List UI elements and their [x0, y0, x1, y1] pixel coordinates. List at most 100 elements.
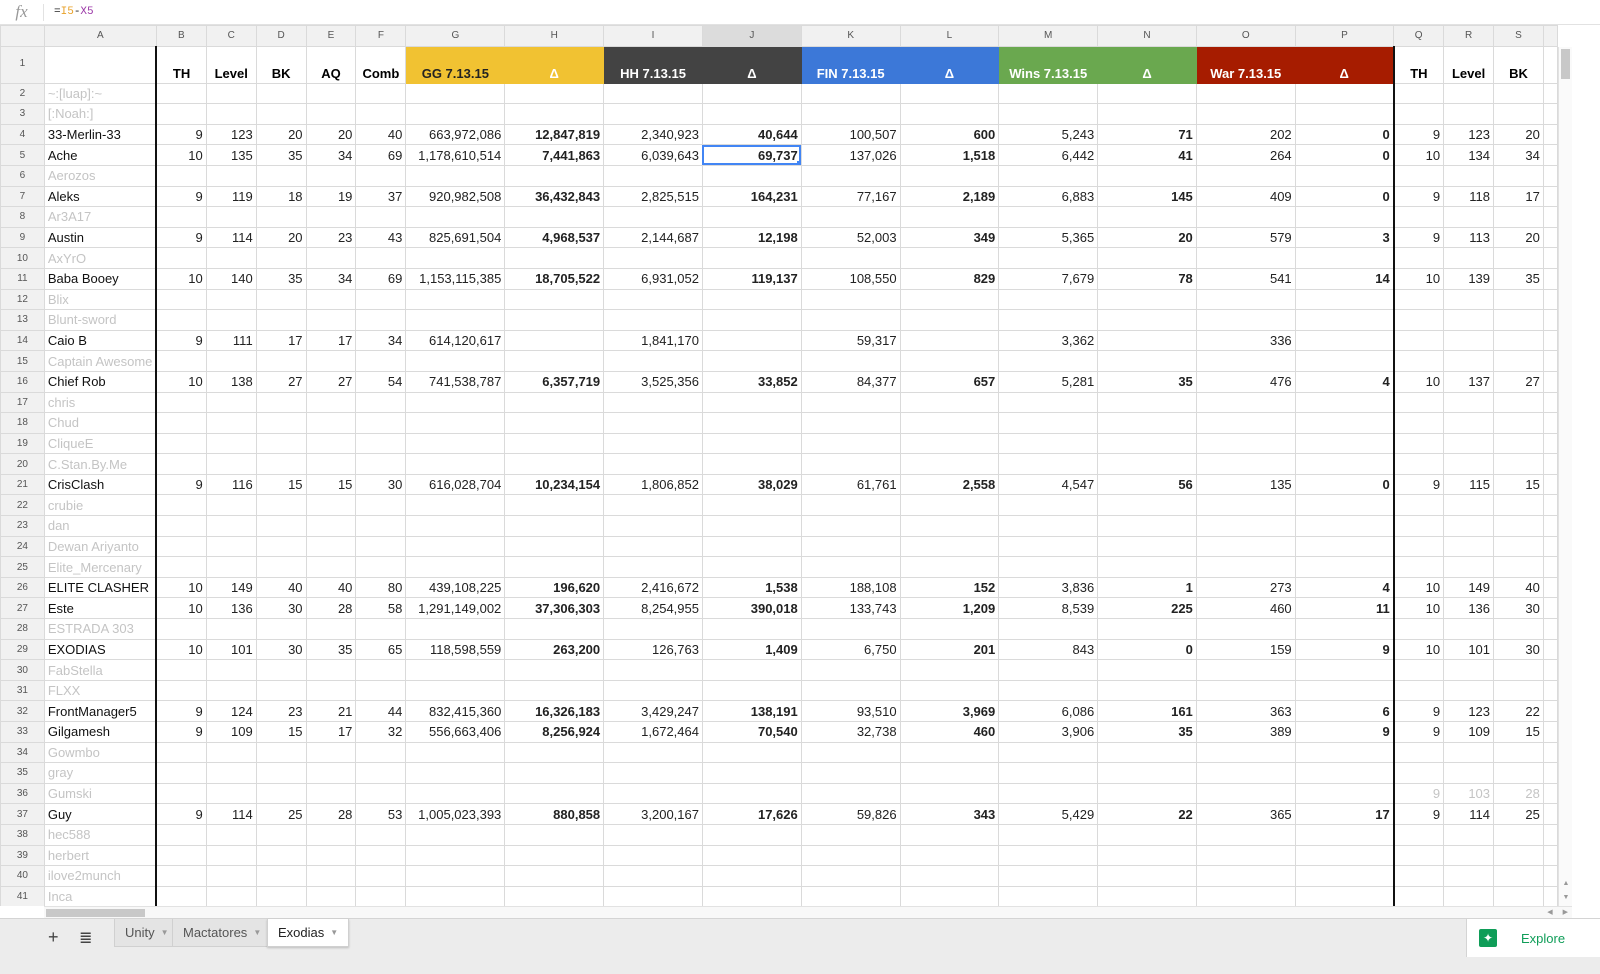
cell-q[interactable] [1393, 164, 1445, 187]
cell-p[interactable] [1294, 515, 1395, 537]
cell-i[interactable] [603, 865, 703, 887]
cell-d[interactable] [255, 556, 307, 578]
cell-r[interactable]: 113 [1443, 226, 1495, 249]
cell-b[interactable] [155, 350, 207, 372]
cell-p[interactable]: 3 [1294, 226, 1395, 249]
cell-h[interactable]: 37,306,303 [504, 597, 605, 620]
scroll-down-icon[interactable]: ▼ [1559, 891, 1573, 905]
cell-l[interactable] [899, 782, 1000, 805]
cell-n[interactable] [1097, 82, 1197, 105]
cell-p[interactable]: 17 [1294, 803, 1395, 825]
scroll-up-icon[interactable]: ▲ [1559, 877, 1573, 891]
player-name-cell[interactable]: Aerozos [43, 164, 158, 187]
cell-r[interactable] [1443, 82, 1495, 105]
cell-d[interactable] [255, 309, 307, 331]
cell-d[interactable]: 27 [255, 370, 307, 393]
cell-n[interactable] [1097, 350, 1197, 372]
cell-r[interactable] [1443, 329, 1495, 352]
cell-c[interactable] [205, 432, 257, 455]
header-cell-h[interactable]: Δ [504, 45, 605, 84]
cell-k[interactable]: 93,510 [800, 700, 901, 722]
sheet-tab-mactatores[interactable]: Mactatores ▼ [172, 919, 273, 947]
cell-l[interactable] [899, 741, 1000, 764]
cell-q[interactable]: 10 [1393, 144, 1445, 166]
cell-h[interactable] [504, 679, 605, 702]
cell-r[interactable] [1443, 391, 1495, 414]
cell-f[interactable]: 80 [355, 576, 407, 599]
header-cell-s[interactable]: BK [1493, 45, 1544, 84]
cell-m[interactable] [998, 782, 1099, 805]
cell-h[interactable]: 8,256,924 [504, 721, 605, 743]
cell-l[interactable]: 3,969 [899, 700, 1000, 722]
cell-c[interactable] [205, 865, 257, 887]
cell-p[interactable] [1294, 741, 1395, 764]
cell-o[interactable]: 541 [1195, 267, 1296, 290]
cell-g[interactable] [405, 432, 506, 455]
cell-i[interactable] [603, 823, 703, 846]
cell-p[interactable] [1294, 391, 1395, 414]
cell-g[interactable] [405, 350, 506, 372]
cell-h[interactable] [504, 844, 605, 867]
cell-j[interactable]: 138,191 [701, 700, 802, 722]
cell-j[interactable] [701, 823, 802, 846]
cell-m[interactable] [998, 885, 1099, 906]
column-header-k[interactable]: K [800, 25, 901, 47]
cell-l[interactable] [899, 556, 1000, 578]
cell-r[interactable]: 123 [1443, 123, 1495, 146]
cell-p[interactable]: 11 [1294, 597, 1395, 620]
cell-d[interactable] [255, 535, 307, 558]
cell-r[interactable]: 114 [1443, 803, 1495, 825]
cell-j[interactable] [701, 535, 802, 558]
cell-s[interactable]: 15 [1493, 473, 1544, 496]
cell-r[interactable] [1443, 164, 1495, 187]
cell-e[interactable]: 34 [305, 267, 357, 290]
cell-r[interactable]: 101 [1443, 638, 1495, 661]
cell-j[interactable]: 40,644 [701, 123, 802, 146]
cell-s[interactable]: 20 [1493, 123, 1544, 146]
cell-f[interactable]: 58 [355, 597, 407, 620]
cell-d[interactable] [255, 494, 307, 517]
cell-m[interactable] [998, 82, 1099, 105]
row-header[interactable]: 21 [0, 473, 45, 496]
cell-f[interactable] [355, 412, 407, 434]
cell-o[interactable]: 135 [1195, 473, 1296, 496]
cell-m[interactable]: 6,442 [998, 144, 1099, 166]
cell-n[interactable] [1097, 494, 1197, 517]
cell-j[interactable] [701, 288, 802, 311]
cell-e[interactable]: 20 [305, 123, 357, 146]
cell-s[interactable] [1493, 741, 1544, 764]
cell-k[interactable] [800, 556, 901, 578]
cell-e[interactable]: 21 [305, 700, 357, 722]
cell-i[interactable] [603, 432, 703, 455]
row-header[interactable]: 9 [0, 226, 45, 249]
cell-k[interactable]: 188,108 [800, 576, 901, 599]
cell-s[interactable] [1493, 823, 1544, 846]
cell-h[interactable] [504, 865, 605, 887]
cell-k[interactable] [800, 309, 901, 331]
cell-h[interactable] [504, 288, 605, 311]
cell-o[interactable] [1195, 494, 1296, 517]
cell-s[interactable] [1493, 329, 1544, 352]
cell-m[interactable] [998, 618, 1099, 640]
player-name-cell[interactable]: Este [43, 597, 158, 620]
cell-l[interactable] [899, 82, 1000, 105]
cell-f[interactable] [355, 844, 407, 867]
cell-o[interactable] [1195, 885, 1296, 906]
select-all-corner[interactable] [0, 25, 45, 47]
cell-r[interactable] [1443, 350, 1495, 372]
cell-s[interactable] [1493, 164, 1544, 187]
cell-q[interactable] [1393, 247, 1445, 269]
cell-i[interactable] [603, 618, 703, 640]
player-name-cell[interactable]: AxYrO [43, 247, 158, 269]
cell-g[interactable] [405, 865, 506, 887]
header-cell-f[interactable]: Comb [355, 45, 407, 84]
cell-p[interactable] [1294, 350, 1395, 372]
cell-i[interactable]: 2,340,923 [603, 123, 703, 146]
cell-e[interactable] [305, 103, 357, 125]
cell-c[interactable] [205, 309, 257, 331]
row-header[interactable]: 17 [0, 391, 45, 414]
cell-p[interactable] [1294, 865, 1395, 887]
cell-d[interactable]: 20 [255, 123, 307, 146]
cell-p[interactable] [1294, 782, 1395, 805]
cell-g[interactable] [405, 412, 506, 434]
